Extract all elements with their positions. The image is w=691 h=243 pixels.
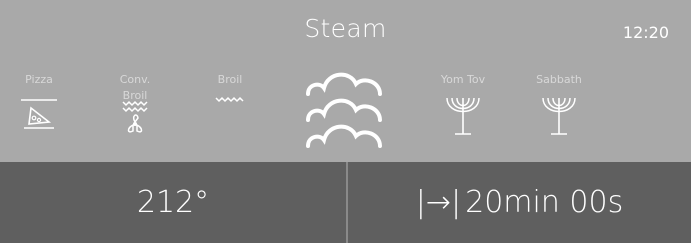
mode-selector-area: Steam 12:20 Pizza Conv. Broil Broil Yom … [0,0,691,162]
mode-label: Yom Tov [440,73,486,86]
mode-broil[interactable]: Broil [208,72,252,118]
mode-label: Pizza [25,73,53,86]
temperature-button[interactable]: 212° [0,162,346,243]
menorah-icon [542,97,576,135]
mode-title: Steam [304,14,387,43]
broil-icon [215,96,244,103]
selected-mode-steam[interactable] [302,68,388,156]
steam-icon [306,72,382,148]
mode-label: Broil [217,73,243,86]
mode-label: Conv. Broil [119,73,151,102]
pizza-icon [21,99,57,129]
mode-label: Sabbath [536,73,582,86]
mode-sabbath[interactable]: Sabbath [532,72,586,138]
timer-button[interactable]: |→| 20min 00s [348,162,691,243]
menorah-icon [446,97,480,135]
settings-bar: 212° |→| 20min 00s [0,162,691,243]
timer-value: 20min 00s [465,185,624,220]
oven-control-panel: Steam 12:20 Pizza Conv. Broil Broil Yom … [0,0,691,243]
mode-yom-tov[interactable]: Yom Tov [438,72,488,138]
mode-pizza[interactable]: Pizza [14,72,64,132]
mode-conv-broil[interactable]: Conv. Broil [108,72,162,138]
temperature-value: 212° [136,185,210,220]
cook-time-icon: |→| [415,185,462,220]
clock: 12:20 [622,23,669,42]
